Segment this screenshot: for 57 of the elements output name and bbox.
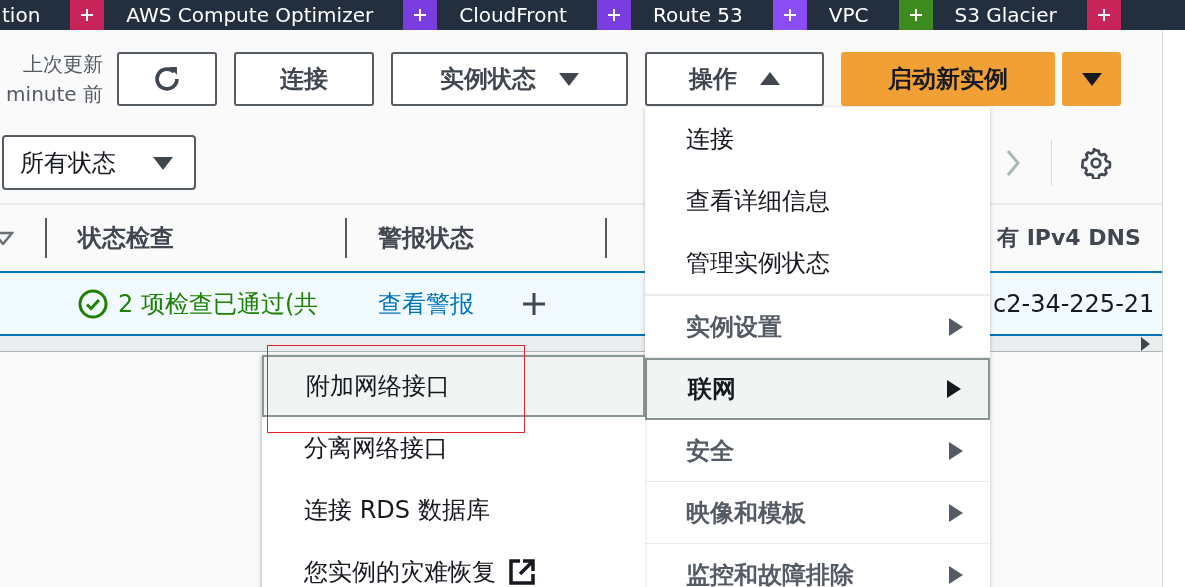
menu-label: 映像和模板 [686, 497, 806, 529]
check-circle-icon [78, 288, 108, 319]
menu-label: 分离网络接口 [304, 433, 448, 464]
menu-item[interactable]: 分离网络接口 [262, 417, 645, 479]
menu-item[interactable]: 您实例的灾难恢复 [262, 541, 645, 587]
instance-state-button[interactable]: 实例状态 [391, 52, 628, 106]
service-link[interactable]: AWS Compute Optimizer [126, 3, 374, 27]
service-link[interactable]: CloudFront [459, 3, 567, 27]
service-link[interactable]: S3 Glacier [954, 3, 1057, 27]
service-link[interactable]: VPC [828, 3, 869, 27]
service-link[interactable]: tion [2, 3, 41, 27]
menu-item[interactable]: 查看详细信息 [645, 170, 990, 232]
sort-icon[interactable] [0, 231, 14, 245]
column-header[interactable]: 状态检查 [78, 222, 174, 254]
service-icon[interactable] [403, 0, 438, 30]
service-icon[interactable] [70, 0, 105, 30]
submenu-arrow-icon [948, 502, 964, 523]
column-header[interactable]: 警报状态 [378, 222, 474, 254]
submenu-arrow-icon [948, 316, 964, 337]
menu-label: 附加网络接口 [306, 371, 450, 402]
refresh-button[interactable] [117, 52, 217, 106]
actions-button[interactable]: 操作 [645, 52, 824, 106]
submenu-arrow-icon [946, 379, 962, 399]
last-updated-text: 上次更新 [23, 51, 103, 78]
submenu-arrow-icon [948, 440, 964, 461]
submenu-item[interactable]: 联网 [645, 358, 990, 420]
menu-label: 安全 [686, 435, 734, 467]
menu-item[interactable]: 连接 [645, 108, 990, 170]
service-icon[interactable] [772, 0, 807, 30]
external-link-icon [508, 558, 536, 586]
status-check-text: 2 项检查已通过(共 [118, 288, 319, 320]
settings-icon[interactable] [1080, 146, 1112, 179]
view-alarms-link[interactable]: 查看警报 [378, 287, 474, 320]
menu-label: 您实例的灾难恢复 [304, 557, 496, 587]
menu-label: 监控和故障排除 [686, 559, 854, 587]
status-filter-select[interactable]: 所有状态 [2, 135, 196, 190]
caret-icon [152, 154, 174, 171]
add-icon[interactable] [522, 291, 546, 316]
table-cell: c2-34-225-21 [993, 289, 1155, 318]
scroll-right-icon[interactable] [1140, 336, 1150, 351]
menu-label: 联网 [688, 374, 736, 405]
service-link[interactable]: Route 53 [652, 3, 743, 27]
caret-icon [1080, 71, 1103, 87]
submenu-arrow-icon [948, 564, 964, 585]
menu-item[interactable]: 附加网络接口 [262, 355, 645, 417]
connect-button[interactable]: 连接 [234, 52, 374, 106]
launch-instance-button[interactable]: 启动新实例 [841, 52, 1055, 106]
caret-icon [758, 71, 781, 87]
last-updated-text: minute 前 [6, 81, 103, 108]
column-header[interactable]: 有 IPv4 DNS [997, 223, 1141, 253]
service-icon[interactable] [596, 0, 631, 30]
caret-icon [557, 71, 580, 87]
service-icon[interactable] [1086, 0, 1121, 30]
menu-item[interactable]: 连接 RDS 数据库 [262, 479, 645, 541]
menu-label: 连接 RDS 数据库 [304, 495, 490, 526]
launch-options-button[interactable] [1062, 52, 1121, 106]
service-icon[interactable] [898, 0, 933, 30]
